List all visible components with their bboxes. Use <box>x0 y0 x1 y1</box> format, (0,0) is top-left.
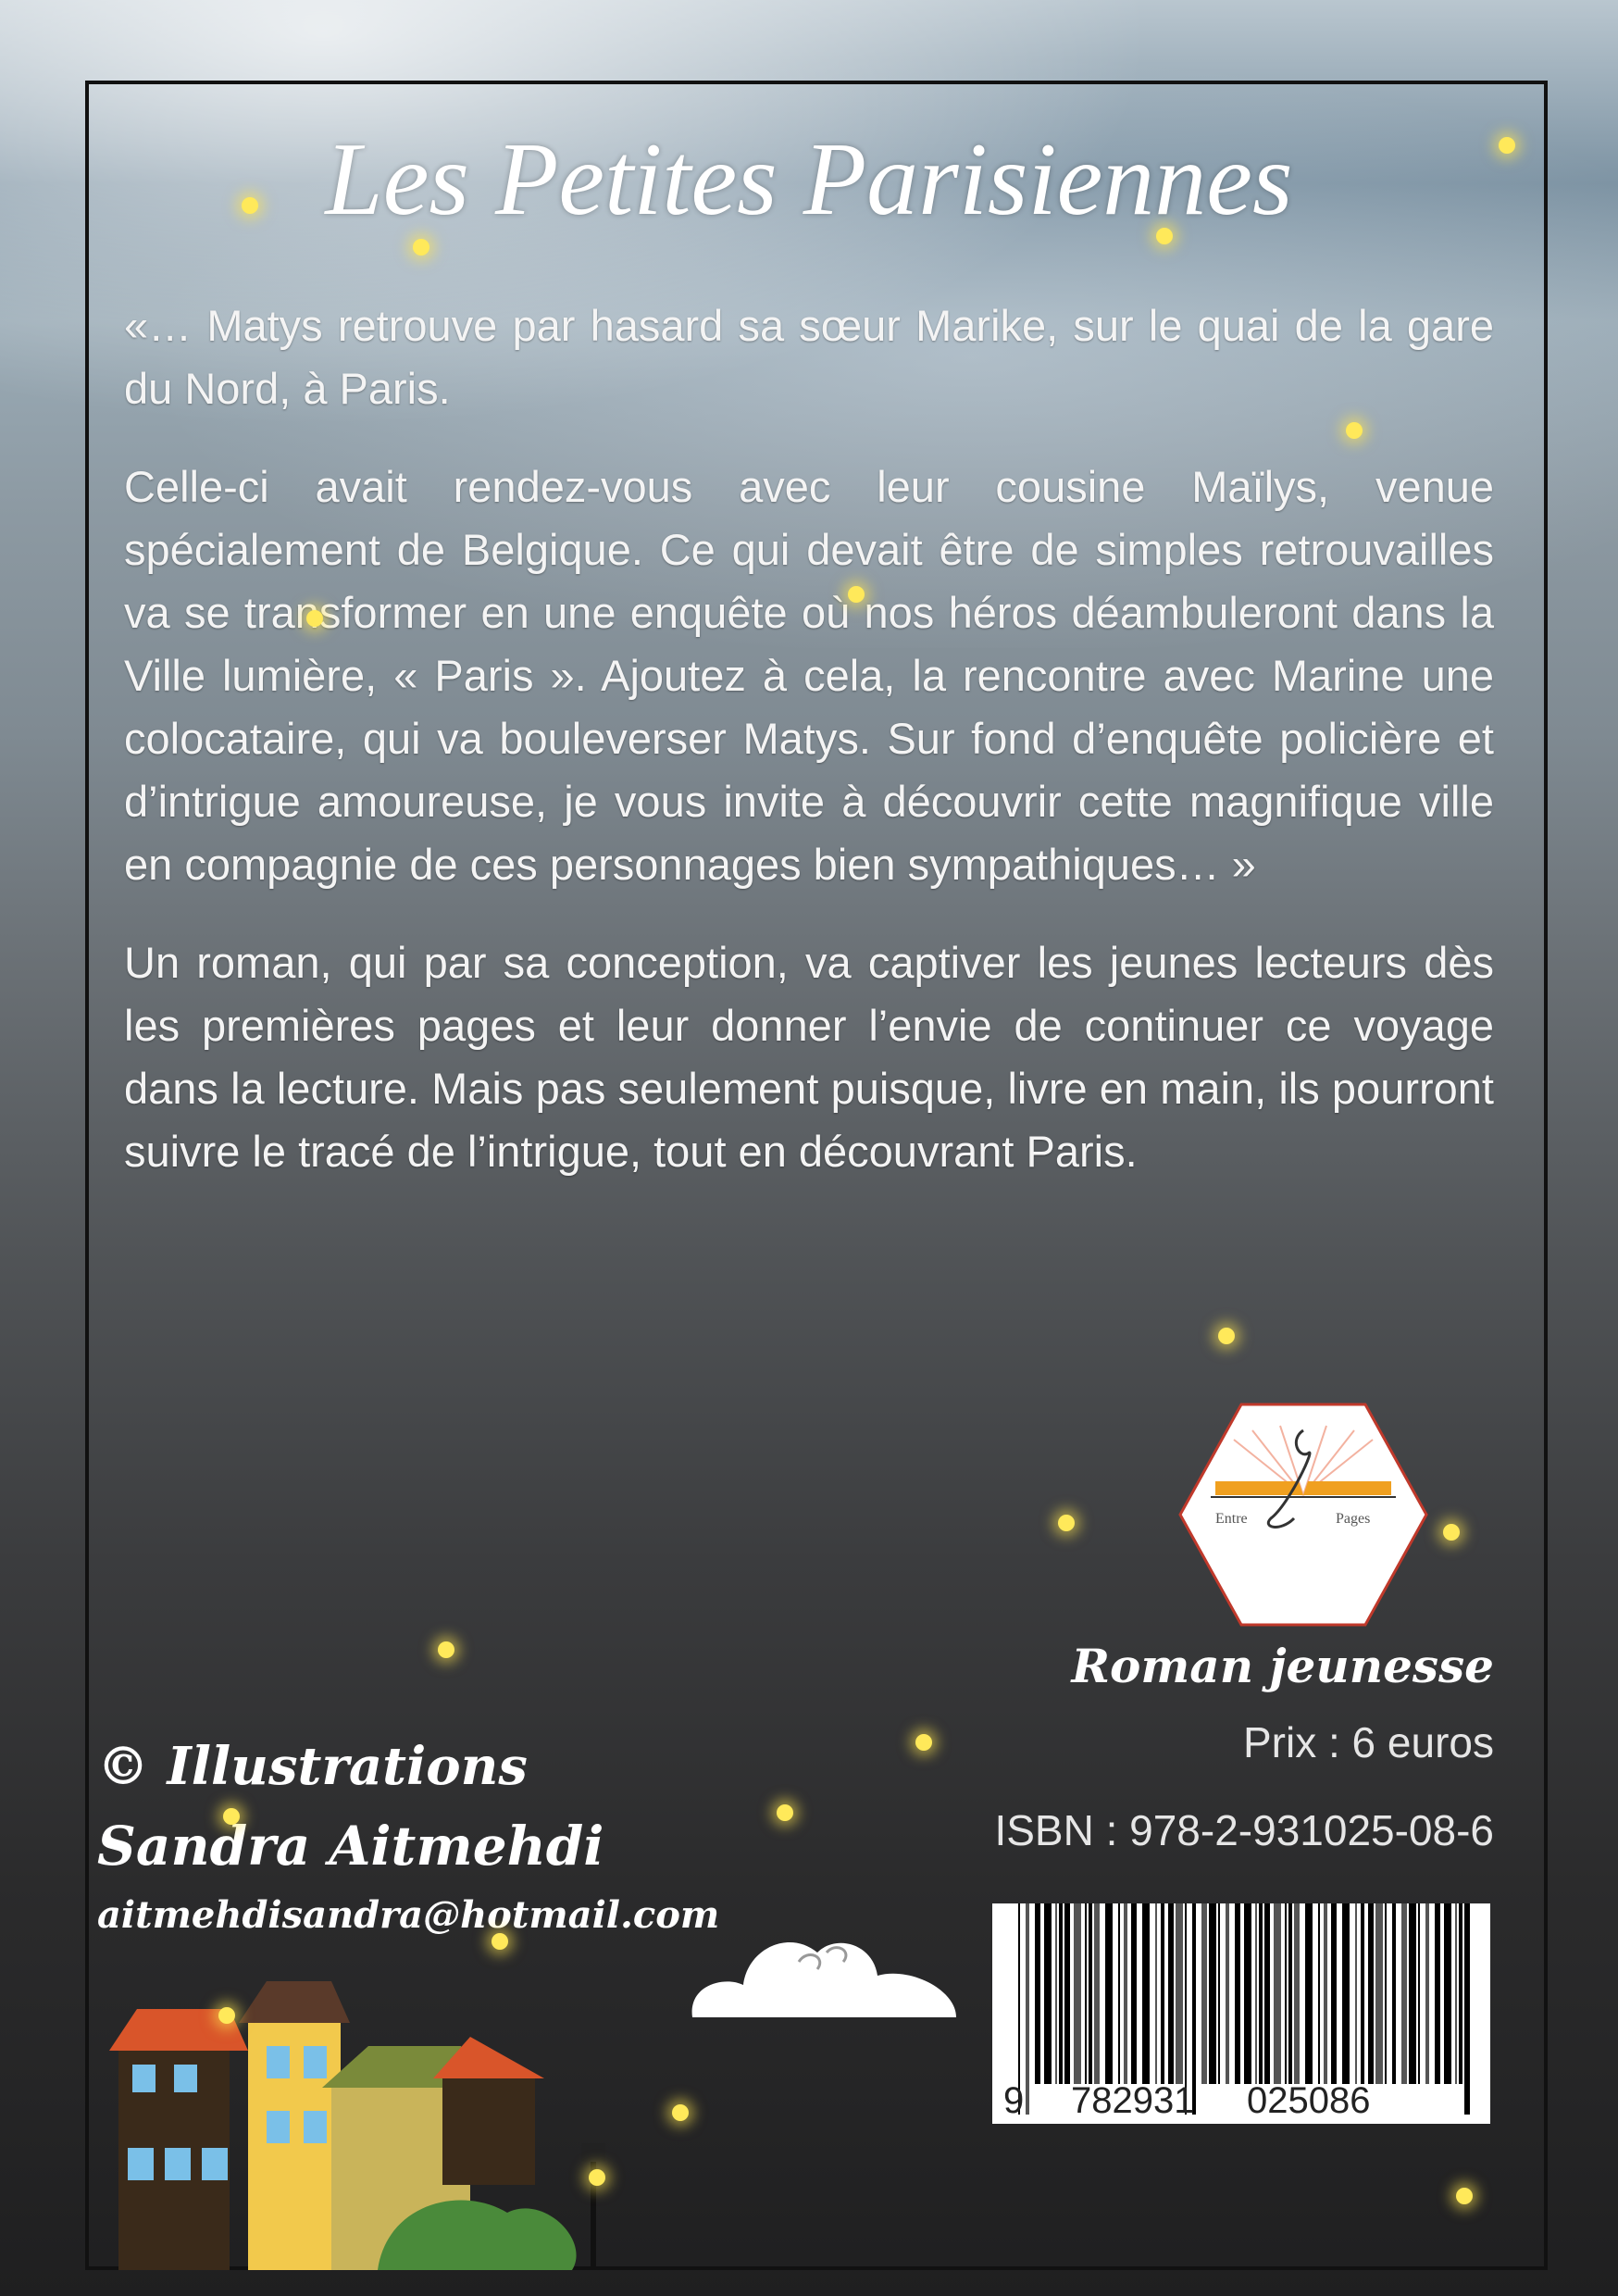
firefly-dot <box>218 2007 235 2024</box>
barcode-bar <box>1155 1903 1157 2084</box>
barcode-bar <box>1244 1903 1251 2084</box>
cloud-illustration <box>691 1941 956 2017</box>
barcode-bar <box>1368 1903 1374 2084</box>
illustrator-name: Sandra Aitmehdi <box>97 1815 604 1878</box>
barcode-bar <box>1294 1903 1300 2084</box>
barcode: 9 782931 025086 <box>992 1903 1490 2124</box>
barcode-bar <box>1168 1903 1174 2084</box>
firefly-dot <box>1443 1524 1460 1541</box>
barcode-bar <box>1235 1903 1240 2084</box>
blurb-paragraph: Un roman, qui par sa conception, va capt… <box>124 938 1494 1176</box>
barcode-bar <box>1118 1903 1120 2084</box>
barcode-bar <box>1288 1903 1292 2084</box>
barcode-bar <box>1385 1903 1387 2084</box>
barcode-bar <box>1209 1903 1216 2084</box>
barcode-bar <box>1055 1903 1057 2084</box>
barcode-bar <box>1355 1903 1357 2084</box>
firefly-dot <box>306 610 323 627</box>
barcode-bar <box>1161 1903 1164 2084</box>
barcode-bar <box>1094 1903 1100 2084</box>
barcode-bar <box>1444 1903 1451 2084</box>
book-title: Les Petites Parisiennes <box>325 122 1293 237</box>
blurb-paragraph: «… Matys retrouve par hasard sa sœur Mar… <box>124 301 1494 413</box>
barcode-bar <box>1305 1903 1313 2084</box>
barcode-bar <box>1361 1903 1364 2084</box>
barcode-bar <box>1059 1903 1063 2084</box>
barcode-digits-2: 782931 <box>1071 2080 1194 2121</box>
firefly-dot <box>1218 1328 1235 1344</box>
isbn: ISBN : 978-2-931025-08-6 <box>994 1806 1494 1854</box>
firefly-dot <box>848 586 865 603</box>
barcode-bar <box>1435 1903 1440 2084</box>
barcode-bar <box>1285 1903 1287 2084</box>
barcode-bar <box>1142 1903 1150 2084</box>
barcode-bar <box>1026 1903 1029 2115</box>
barcode-bar <box>1124 1903 1127 2084</box>
barcode-bar <box>1218 1903 1220 2084</box>
barcode-bar <box>1255 1903 1257 2084</box>
barcode-bar <box>1131 1903 1137 2084</box>
firefly-dot <box>492 1933 508 1950</box>
firefly-dot <box>1346 422 1363 439</box>
logo-text-left: Entre <box>1215 1511 1248 1527</box>
barcode-bar <box>1331 1903 1337 2084</box>
firefly-dot <box>242 197 258 214</box>
barcode-bar <box>1259 1903 1263 2084</box>
barcode-bar <box>1324 1903 1327 2084</box>
barcode-digit-1: 9 <box>1003 2080 1024 2121</box>
barcode-bar <box>1044 1903 1052 2084</box>
barcode-bar <box>1342 1903 1350 2084</box>
barcode-bar <box>1105 1903 1113 2084</box>
barcode-digits-3: 025086 <box>1247 2080 1370 2121</box>
illustrator-email: aitmehdisandra@hotmail.com <box>97 1893 720 1937</box>
barcode-bar <box>1455 1903 1457 2084</box>
firefly-dot <box>1058 1515 1075 1531</box>
barcode-bar <box>1459 1903 1462 2084</box>
blurb: «… Matys retrouve par hasard sa sœur Mar… <box>124 294 1494 1218</box>
firefly-dot <box>1456 2188 1473 2204</box>
barcode-bar <box>1035 1903 1040 2084</box>
firefly-dot <box>413 239 429 256</box>
barcode-bar <box>1392 1903 1396 2084</box>
barcode-bar <box>1226 1903 1229 2084</box>
barcode-bar <box>1375 1903 1383 2084</box>
genre-label: Roman jeunesse <box>1071 1639 1495 1693</box>
barcode-bar <box>1176 1903 1183 2084</box>
firefly-dot <box>915 1734 932 1751</box>
barcode-bar <box>1318 1903 1320 2084</box>
barcode-bar <box>1409 1903 1416 2084</box>
barcode-bar <box>1401 1903 1407 2084</box>
barcode-bar <box>1464 1903 1470 2115</box>
barcode-bar <box>1085 1903 1087 2084</box>
blurb-paragraph: Celle-ci avait rendez-vous avec leur cou… <box>124 462 1494 889</box>
barcode-bar <box>1274 1903 1281 2084</box>
barcode-bar <box>1074 1903 1081 2084</box>
firefly-dot <box>438 1641 454 1658</box>
firefly-dot <box>1499 137 1515 154</box>
barcode-bar <box>1089 1903 1092 2084</box>
barcode-bar <box>1418 1903 1420 2084</box>
publisher-logo: Entre Pages <box>1178 1403 1428 1627</box>
illustration-credit: © Illustrations <box>97 1736 528 1797</box>
barcode-bar <box>1425 1903 1429 2084</box>
price: Prix : 6 euros <box>1243 1718 1494 1766</box>
barcode-bar <box>1201 1903 1207 2084</box>
firefly-dot <box>672 2104 689 2121</box>
logo-text-right: Pages <box>1336 1511 1370 1527</box>
barcode-bar <box>1264 1903 1270 2084</box>
barcode-bar <box>1064 1903 1070 2084</box>
firefly-dot <box>1156 228 1173 244</box>
firefly-dot <box>223 1808 240 1825</box>
firefly-dot <box>777 1804 793 1821</box>
houses-illustration <box>109 1981 605 2270</box>
firefly-dot <box>589 2169 605 2186</box>
